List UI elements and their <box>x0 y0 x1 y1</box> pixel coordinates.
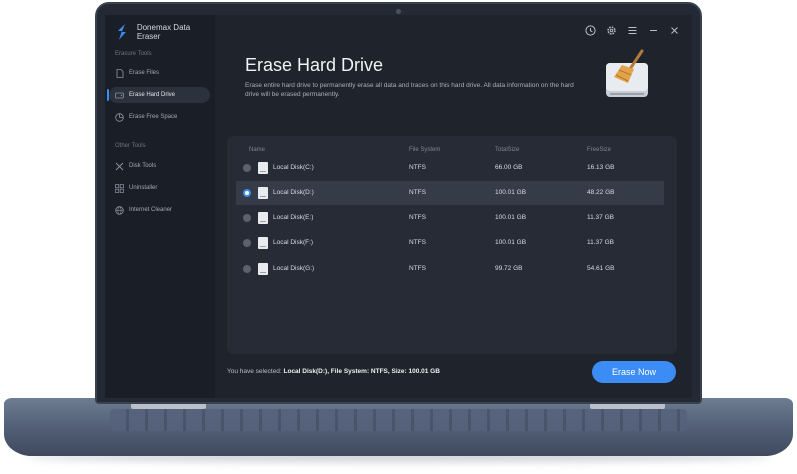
disk-free-size: 16.13 GB <box>587 164 615 171</box>
section-erasure-tools: Erasure Tools <box>115 51 152 57</box>
sidebar-item-erase-files[interactable]: Erase Files <box>109 65 210 81</box>
column-header-file-system: File System <box>409 147 441 153</box>
disk-file-system: NTFS <box>409 214 426 221</box>
sidebar-item-label: Erase Files <box>129 70 160 76</box>
table-row[interactable]: Local Disk(C:) NTFS 66.00 GB 16.13 GB <box>236 156 664 180</box>
table-row[interactable]: Local Disk(G:) NTFS 99.72 GB 54.61 GB <box>236 257 664 281</box>
disk-radio[interactable] <box>243 265 251 273</box>
sidebar-item-erase-hard-drive[interactable]: Erase Hard Drive <box>107 87 210 103</box>
disk-free-size: 11.37 GB <box>587 239 614 246</box>
sidebar-item-label: Uninstaller <box>129 185 158 191</box>
app-window: Donemax Data Eraser Erasure Tools Erase … <box>105 15 692 398</box>
disk-total-size: 66.00 GB <box>495 164 523 171</box>
clock-icon[interactable] <box>585 25 596 36</box>
sidebar-item-disk-tools[interactable]: Disk Tools <box>109 158 210 174</box>
disk-free-size: 48.22 GB <box>587 189 615 196</box>
page-description: Erase entire hard drive to permanently e… <box>245 82 574 98</box>
disk-file-system: NTFS <box>409 189 426 196</box>
disk-name: Local Disk(D:) <box>273 189 314 196</box>
disk-name: Local Disk(E:) <box>273 214 314 221</box>
disk-radio[interactable] <box>243 239 251 247</box>
grid-icon <box>115 183 124 193</box>
sidebar-item-uninstaller[interactable]: Uninstaller <box>109 180 210 196</box>
table-row[interactable]: Local Disk(D:) NTFS 100.01 GB 48.22 GB <box>236 181 664 205</box>
minimize-icon[interactable] <box>648 25 659 36</box>
document-icon <box>115 68 124 78</box>
disk-icon <box>258 237 268 249</box>
disk-radio[interactable] <box>243 189 251 197</box>
disk-name: Local Disk(C:) <box>273 164 314 171</box>
sidebar-item-erase-free-space[interactable]: Erase Free Space <box>109 109 210 125</box>
disk-name: Local Disk(F:) <box>273 239 314 246</box>
disk-total-size: 100.01 GB <box>495 214 527 221</box>
gear-icon[interactable] <box>606 25 617 36</box>
disk-file-system: NTFS <box>409 164 426 171</box>
globe-icon <box>115 205 124 215</box>
app-brand: Donemax Data Eraser <box>115 23 215 41</box>
selection-info: You have selected: Local Disk(D:), File … <box>227 368 440 375</box>
disk-icon <box>258 162 268 174</box>
sidebar-item-label: Internet Cleaner <box>129 207 173 213</box>
disk-icon <box>258 212 268 224</box>
menu-icon[interactable] <box>627 25 638 36</box>
column-header-free-size: FreeSize <box>587 147 612 153</box>
disk-file-system: NTFS <box>409 265 426 272</box>
disk-icon <box>258 263 268 275</box>
drive-icon <box>115 91 124 100</box>
sidebar: Donemax Data Eraser Erasure Tools Erase … <box>105 15 215 398</box>
disk-free-size: 54.61 GB <box>587 265 615 272</box>
column-header-name: Name <box>249 147 266 153</box>
selection-value: Local Disk(D:), File System: NTFS, Size:… <box>283 368 440 375</box>
tools-icon <box>115 162 124 171</box>
disk-file-system: NTFS <box>409 239 426 246</box>
selection-prefix: You have selected: <box>227 368 284 375</box>
broom-drive-icon <box>606 49 648 97</box>
disk-total-size: 100.01 GB <box>495 239 527 246</box>
main-content: Erase Hard Drive Erase entire hard drive… <box>215 15 692 398</box>
column-header-total-size: TotalSize <box>495 147 520 153</box>
laptop-keyboard <box>110 409 687 431</box>
disk-free-size: 11.37 GB <box>587 214 614 221</box>
close-icon[interactable] <box>669 25 680 36</box>
sidebar-item-label: Erase Free Space <box>129 114 178 120</box>
sidebar-item-label: Erase Hard Drive <box>129 92 176 98</box>
app-title: Donemax Data Eraser <box>136 23 191 41</box>
section-other-tools: Other Tools <box>115 143 146 149</box>
pie-chart-icon <box>115 112 124 122</box>
page-title: Erase Hard Drive <box>245 55 384 75</box>
sidebar-item-internet-cleaner[interactable]: Internet Cleaner <box>109 202 210 218</box>
disk-total-size: 100.01 GB <box>495 189 527 196</box>
sidebar-item-label: Disk Tools <box>129 163 157 169</box>
window-toolbar <box>585 25 680 36</box>
disk-icon <box>258 187 268 199</box>
disk-radio[interactable] <box>243 164 251 172</box>
app-logo-icon <box>117 24 126 40</box>
erase-now-button[interactable]: Erase Now <box>592 361 676 383</box>
disk-radio[interactable] <box>243 214 251 222</box>
disk-name: Local Disk(G:) <box>273 265 315 272</box>
disk-table: Name File System TotalSize FreeSize Loca… <box>227 136 677 354</box>
webcam <box>396 9 401 14</box>
table-row[interactable]: Local Disk(F:) NTFS 100.01 GB 11.37 GB <box>236 231 664 255</box>
disk-total-size: 99.72 GB <box>495 265 523 272</box>
table-row[interactable]: Local Disk(E:) NTFS 100.01 GB 11.37 GB <box>236 206 664 230</box>
